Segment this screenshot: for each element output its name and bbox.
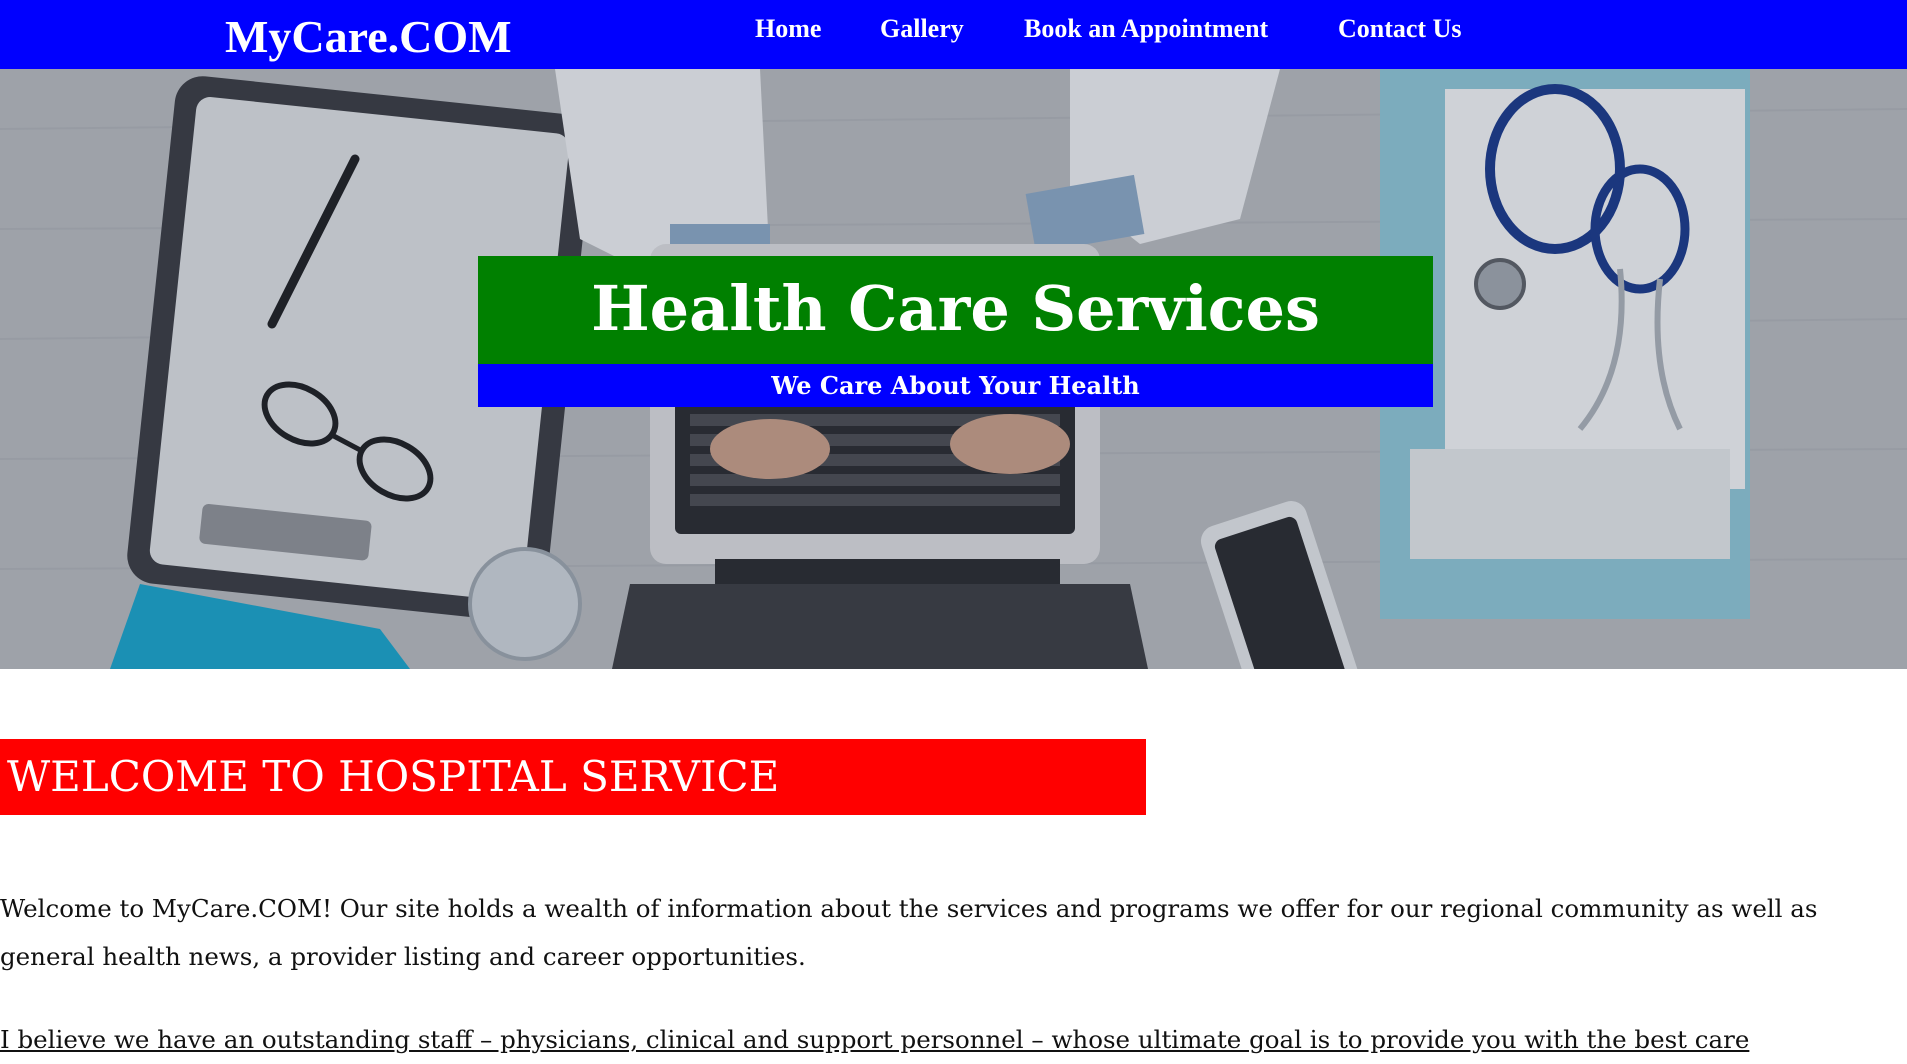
welcome-heading: WELCOME TO HOSPITAL SERVICE <box>0 739 1146 815</box>
hero-subtitle: We Care About Your Health <box>478 364 1433 407</box>
nav-link-contact-us[interactable]: Contact Us <box>1338 14 1462 44</box>
hero-title: Health Care Services <box>478 256 1433 364</box>
intro-paragraph-line-2: general health news, a provider listing … <box>0 942 806 971</box>
top-navbar: MyCare.COM Home Gallery Book an Appointm… <box>0 0 1907 69</box>
intro-paragraph-line-1: Welcome to MyCare.COM! Our site holds a … <box>0 894 1818 923</box>
nav-link-home[interactable]: Home <box>755 14 821 44</box>
nav-link-book-appointment[interactable]: Book an Appointment <box>1024 14 1268 44</box>
staff-paragraph: I believe we have an outstanding staff –… <box>0 1025 1750 1054</box>
intro-paragraph: Welcome to MyCare.COM! Our site holds a … <box>0 885 1907 981</box>
hero-banner: Health Care Services We Care About Your … <box>0 69 1907 669</box>
nav-link-gallery[interactable]: Gallery <box>880 14 964 44</box>
brand-logo[interactable]: MyCare.COM <box>225 12 512 62</box>
